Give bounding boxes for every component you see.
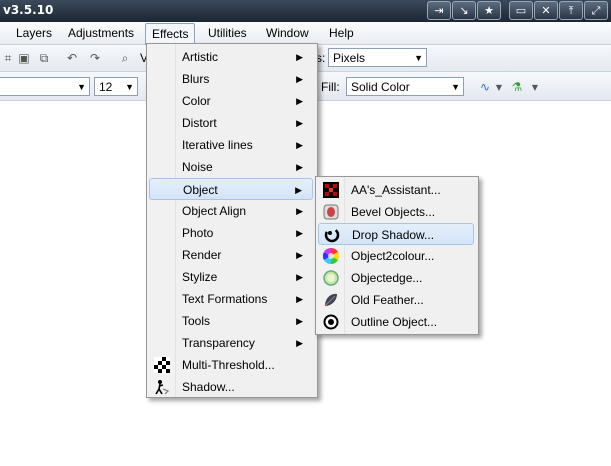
fill-select[interactable]: Solid Color ▼ (346, 77, 464, 96)
submenu-arrow-icon: ▶ (296, 272, 303, 282)
submenu-arrow-icon: ▶ (296, 52, 303, 62)
menu-item-object2colour[interactable]: Object2colour... (318, 245, 474, 267)
bevel-icon (323, 204, 339, 220)
menu-layers[interactable]: Layers (10, 24, 58, 42)
aa-assistant-icon (323, 182, 339, 198)
menu-item-shadow[interactable]: Shadow... (149, 376, 313, 398)
submenu-arrow-icon: ▶ (295, 185, 302, 195)
window-button-7[interactable]: ⤢ (584, 1, 608, 20)
submenu-arrow-icon: ▶ (296, 74, 303, 84)
menu-item-drop-shadow[interactable]: Drop Shadow... (318, 223, 474, 245)
window-button-2[interactable]: ↘ (452, 1, 476, 20)
window-button-3[interactable]: ★ (477, 1, 501, 20)
menu-help[interactable]: Help (323, 24, 360, 42)
menu-item-render[interactable]: Render ▶ (149, 244, 313, 266)
menu-item-color[interactable]: Color ▶ (149, 90, 313, 112)
app-title: v3.5.10 (3, 3, 54, 17)
units-value: Pixels (333, 51, 366, 65)
window-button-1[interactable]: ⇥ (427, 1, 451, 20)
chevron-down-icon[interactable]: ▼ (527, 80, 543, 96)
font-size-value: 12 (99, 80, 113, 94)
menu-item-outline-object[interactable]: Outline Object... (318, 311, 474, 333)
submenu-arrow-icon: ▶ (296, 162, 303, 172)
resize-icon[interactable]: ▣ (16, 50, 32, 66)
menu-item-multi-threshold[interactable]: Multi-Threshold... (149, 354, 313, 376)
menu-adjustments[interactable]: Adjustments (62, 24, 140, 42)
color-wheel-icon (323, 248, 339, 264)
submenu-arrow-icon: ▶ (296, 140, 303, 150)
redo-icon[interactable]: ↷ (87, 50, 103, 66)
menu-item-old-feather[interactable]: Old Feather... (318, 289, 474, 311)
rotate-icon[interactable]: ⧉ (36, 50, 52, 66)
menu-utilities[interactable]: Utilities (202, 24, 253, 42)
menu-item-bevel-objects[interactable]: Bevel Objects... (318, 201, 474, 223)
submenu-arrow-icon: ▶ (296, 250, 303, 260)
effects-menu: Artistic ▶ Blurs ▶ Color ▶ Distort ▶ Iterati… (146, 43, 318, 398)
menu-item-transparency[interactable]: Transparency ▶ (149, 332, 313, 354)
menu-item-noise[interactable]: Noise ▶ (149, 156, 313, 178)
menu-item-blurs[interactable]: Blurs ▶ (149, 68, 313, 90)
checker-icon (154, 357, 170, 373)
drop-shadow-icon (324, 227, 340, 243)
menu-item-objectedge[interactable]: Objectedge... (318, 267, 474, 289)
menu-item-photo[interactable]: Photo ▶ (149, 222, 313, 244)
title-bar: v3.5.10 ⇥ ↘ ★ ▭ ✕ ⤒ ⤢ (0, 0, 611, 22)
menu-item-distort[interactable]: Distort ▶ (149, 112, 313, 134)
shadow-figure-icon (155, 380, 170, 395)
menu-item-aa-assistant[interactable]: AA's_Assistant... (318, 179, 474, 201)
menu-item-object-align[interactable]: Object Align ▶ (149, 200, 313, 222)
submenu-arrow-icon: ▶ (296, 228, 303, 238)
edge-circle-icon (323, 270, 339, 286)
menu-item-stylize[interactable]: Stylize ▶ (149, 266, 313, 288)
crop-icon[interactable]: ⌗ (0, 50, 16, 66)
menu-item-artistic[interactable]: Artistic ▶ (149, 46, 313, 68)
menu-item-tools[interactable]: Tools ▶ (149, 310, 313, 332)
chevron-down-icon: ▼ (125, 82, 134, 92)
submenu-arrow-icon: ▶ (296, 338, 303, 348)
font-select[interactable]: ▼ (0, 77, 90, 96)
object-submenu: AA's_Assistant... Bevel Objects... Drop … (315, 176, 479, 335)
submenu-arrow-icon: ▶ (296, 96, 303, 106)
submenu-arrow-icon: ▶ (296, 118, 303, 128)
window-button-4[interactable]: ▭ (509, 1, 533, 20)
submenu-arrow-icon: ▶ (296, 206, 303, 216)
outline-target-icon (323, 314, 339, 330)
chevron-down-icon: ▼ (451, 82, 460, 92)
font-size-select[interactable]: 12 ▼ (94, 77, 138, 96)
menu-item-object[interactable]: Object ▶ (149, 178, 313, 200)
undo-icon[interactable]: ↶ (64, 50, 80, 66)
chevron-down-icon: ▼ (77, 82, 86, 92)
menu-item-iterative-lines[interactable]: Iterative lines ▶ (149, 134, 313, 156)
fill-value: Solid Color (351, 80, 410, 94)
feather-icon (324, 293, 337, 307)
units-select[interactable]: Pixels ▼ (328, 48, 427, 67)
menu-bar: Layers Adjustments Effects Utilities Win… (0, 22, 611, 45)
menu-item-text-formations[interactable]: Text Formations ▶ (149, 288, 313, 310)
submenu-arrow-icon: ▶ (296, 294, 303, 304)
chevron-down-icon: ▼ (414, 53, 423, 63)
zoom-icon[interactable]: ⌕ (117, 50, 133, 66)
submenu-arrow-icon: ▶ (296, 316, 303, 326)
menu-effects[interactable]: Effects (145, 23, 196, 45)
window-button-5[interactable]: ✕ (534, 1, 558, 20)
chevron-down-icon[interactable]: ▼ (491, 80, 507, 96)
flask-icon[interactable]: ⚗ (509, 79, 525, 95)
menu-window[interactable]: Window (260, 24, 315, 42)
fill-label: Fill: (321, 80, 340, 94)
window-button-6[interactable]: ⤒ (559, 1, 583, 20)
